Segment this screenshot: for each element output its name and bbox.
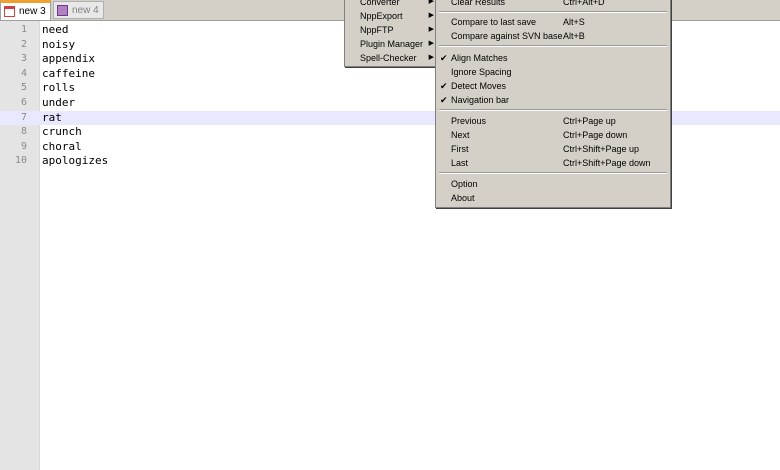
line-number: 2 bbox=[20, 38, 27, 50]
compare-submenu: Clear Results Ctrl+Alt+D Compare to last… bbox=[435, 0, 671, 208]
menu-item-shortcut: Ctrl+Page up bbox=[563, 116, 616, 126]
line-number: 10 bbox=[14, 155, 27, 167]
menu-item-label: Option bbox=[451, 179, 478, 189]
line-text: crunch bbox=[42, 125, 82, 139]
tab-label: new 3 bbox=[19, 6, 46, 17]
line-number: 7 bbox=[20, 111, 27, 123]
menu-separator bbox=[439, 45, 667, 47]
line-number: 1 bbox=[20, 24, 27, 35]
menu-item-label: Compare to last save bbox=[451, 17, 537, 27]
menu-item-next[interactable]: Next Ctrl+Page down bbox=[436, 128, 670, 142]
menu-item-converter[interactable]: Converter ▶ bbox=[345, 0, 439, 9]
menu-item-shortcut: Alt+B bbox=[563, 31, 585, 41]
menu-item-label: Converter bbox=[360, 0, 400, 7]
tab-label: new 4 bbox=[72, 4, 99, 16]
menu-item-shortcut: Alt+S bbox=[563, 17, 585, 27]
menu-item-label: Navigation bar bbox=[451, 95, 510, 105]
menu-item-label: Ignore Spacing bbox=[451, 67, 512, 77]
menu-item-compare-svn[interactable]: Compare against SVN base Alt+B bbox=[436, 29, 670, 43]
menu-item-shortcut: Ctrl+Shift+Page up bbox=[563, 144, 640, 154]
menu-separator bbox=[439, 109, 667, 111]
menu-separator bbox=[439, 11, 667, 13]
line-number: 6 bbox=[20, 97, 27, 108]
menu-item-label: Plugin Manager bbox=[360, 39, 424, 49]
checkmark-icon: ✔ bbox=[440, 95, 448, 105]
line-text: caffeine bbox=[42, 66, 95, 80]
menu-item-label: NppFTP bbox=[360, 25, 394, 35]
menu-item-shortcut: Ctrl+Alt+D bbox=[563, 0, 605, 7]
line-number: 5 bbox=[20, 82, 27, 94]
submenu-arrow-icon: ▶ bbox=[428, 0, 434, 5]
line-text: noisy bbox=[42, 37, 76, 51]
menu-item-navigation-bar[interactable]: ✔ Navigation bar bbox=[436, 93, 670, 107]
menu-item-label: Previous bbox=[451, 116, 487, 126]
menu-item-detect-moves[interactable]: ✔ Detect Moves bbox=[436, 79, 670, 93]
menu-item-label: Spell-Checker bbox=[360, 53, 417, 63]
line-text: rat bbox=[42, 110, 62, 124]
menu-item-compare-last-save[interactable]: Compare to last save Alt+S bbox=[436, 15, 670, 29]
menu-item-label: Next bbox=[451, 130, 470, 140]
menu-item-align-matches[interactable]: ✔ Align Matches bbox=[436, 51, 670, 65]
menu-item-first[interactable]: First Ctrl+Shift+Page up bbox=[436, 142, 670, 156]
menu-item-shortcut: Ctrl+Page down bbox=[563, 130, 628, 140]
submenu-arrow-icon: ▶ bbox=[428, 54, 434, 61]
menu-item-label: Clear Results bbox=[451, 0, 506, 7]
menu-item-nppexport[interactable]: NppExport ▶ bbox=[345, 9, 439, 23]
line-number: 8 bbox=[20, 126, 27, 138]
line-text: apologizes bbox=[42, 154, 109, 168]
menu-item-label: Align Matches bbox=[451, 53, 508, 63]
line-text: choral bbox=[42, 139, 82, 153]
menu-item-label: About bbox=[451, 193, 475, 203]
submenu-arrow-icon: ▶ bbox=[428, 12, 434, 19]
line-text: appendix bbox=[42, 52, 95, 66]
menu-item-label: Compare against SVN base bbox=[451, 31, 563, 41]
menu-item-clear-results[interactable]: Clear Results Ctrl+Alt+D bbox=[436, 0, 670, 9]
menu-item-ignore-spacing[interactable]: Ignore Spacing bbox=[436, 65, 670, 79]
line-text: under bbox=[42, 96, 76, 109]
menu-item-label: NppExport bbox=[360, 11, 403, 21]
menu-item-label: First bbox=[451, 144, 469, 154]
menu-item-spell-checker[interactable]: Spell-Checker ▶ bbox=[345, 51, 439, 65]
menu-item-nppftp[interactable]: NppFTP ▶ bbox=[345, 23, 439, 37]
file-icon bbox=[4, 6, 15, 17]
plugins-submenu: Converter ▶ NppExport ▶ NppFTP ▶ Plugin … bbox=[344, 0, 440, 67]
menu-item-plugin-manager[interactable]: Plugin Manager ▶ bbox=[345, 37, 439, 51]
submenu-arrow-icon: ▶ bbox=[428, 40, 434, 47]
menu-item-label: Last bbox=[451, 158, 469, 168]
submenu-arrow-icon: ▶ bbox=[428, 26, 434, 33]
menu-item-previous[interactable]: Previous Ctrl+Page up bbox=[436, 114, 670, 128]
tab-new-4[interactable]: new 4 bbox=[53, 1, 104, 19]
menu-item-label: Detect Moves bbox=[451, 81, 507, 91]
line-number: 3 bbox=[20, 53, 27, 65]
line-text: need bbox=[42, 23, 69, 36]
menu-item-last[interactable]: Last Ctrl+Shift+Page down bbox=[436, 156, 670, 170]
line-number: 4 bbox=[20, 67, 27, 79]
line-number: 9 bbox=[20, 140, 27, 152]
menu-separator bbox=[439, 172, 667, 174]
tab-new-3[interactable]: new 3 bbox=[0, 0, 51, 20]
checkmark-icon: ✔ bbox=[440, 53, 448, 63]
line-text: rolls bbox=[42, 81, 76, 95]
menu-item-shortcut: Ctrl+Shift+Page down bbox=[563, 158, 651, 168]
file-icon bbox=[57, 4, 68, 16]
menu-item-about[interactable]: About bbox=[436, 191, 670, 205]
menu-item-option[interactable]: Option bbox=[436, 177, 670, 191]
checkmark-icon: ✔ bbox=[440, 81, 448, 91]
